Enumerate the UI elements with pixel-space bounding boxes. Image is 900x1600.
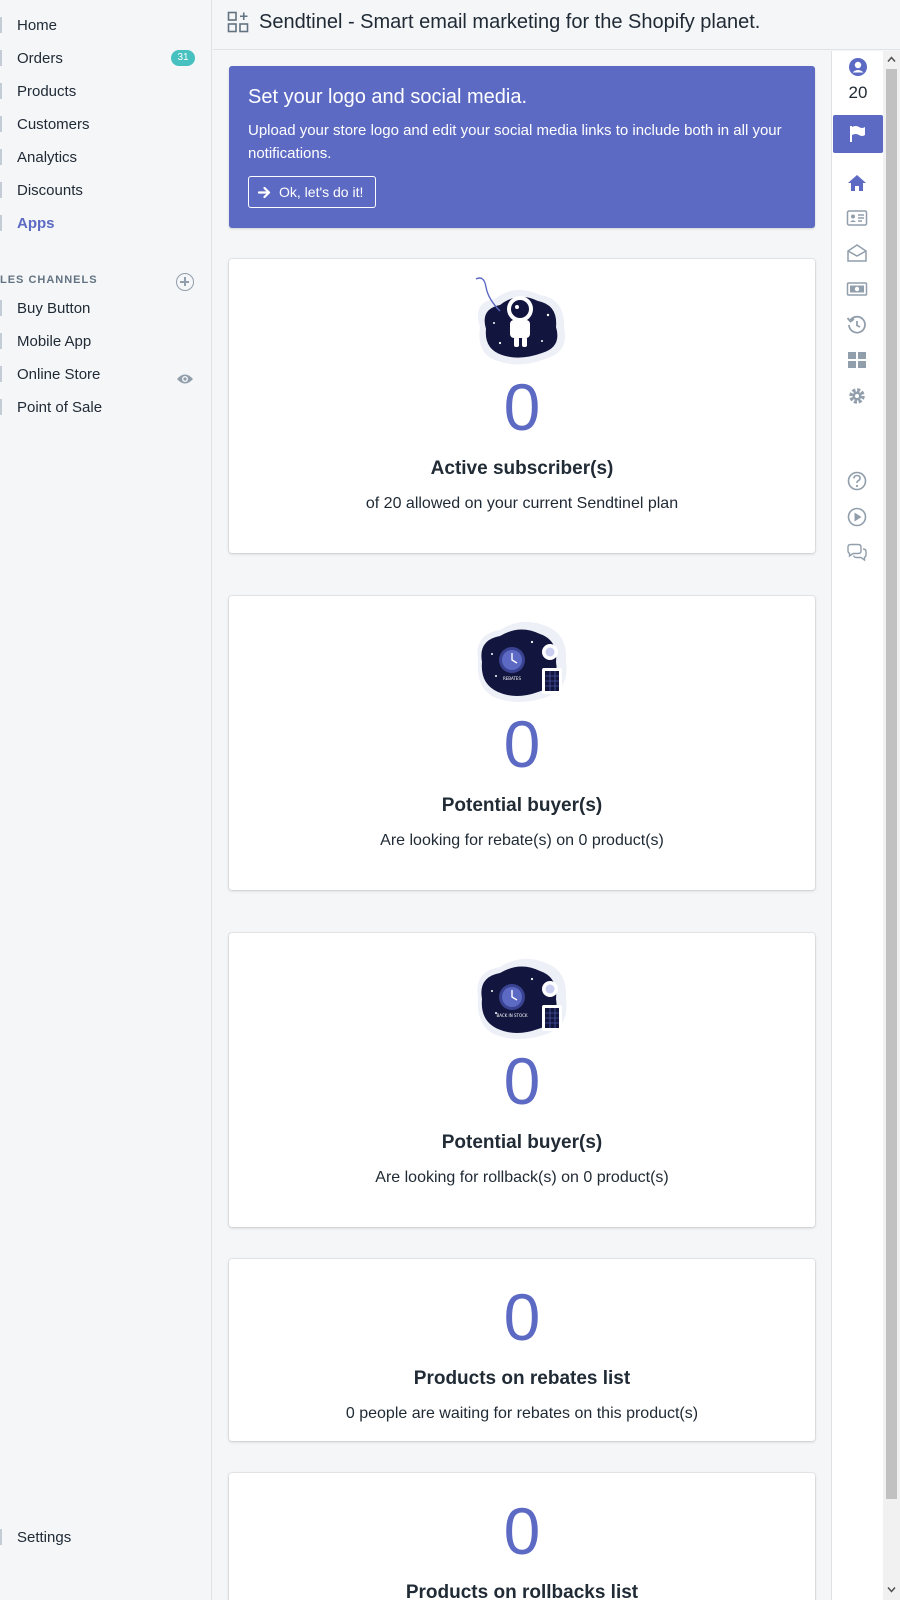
sidebar-item-label: Apps	[17, 214, 55, 232]
money-icon[interactable]	[846, 278, 868, 300]
sidebar-item-orders[interactable]: Orders 31	[0, 43, 212, 73]
sidebar-item-products[interactable]: Products	[0, 76, 212, 106]
button-label: Ok, let's do it!	[279, 184, 364, 200]
subscriber-count: 20	[848, 83, 868, 102]
card-title: Products on rollbacks list	[405, 1582, 639, 1600]
nav-indicator	[0, 399, 2, 415]
add-sales-channel-icon[interactable]	[176, 273, 194, 291]
nav-indicator	[0, 366, 2, 382]
products-on-rebates-card: 0 Products on rebates list 0 people are …	[229, 1259, 815, 1441]
sidebar-item-label: Products	[17, 82, 77, 100]
app-rail: 20	[831, 51, 883, 1600]
eye-icon[interactable]	[176, 373, 194, 385]
card-title: Potential buyer(s)	[441, 795, 603, 816]
apps-icon	[227, 11, 249, 33]
sidebar-item-label: Online Store	[17, 365, 101, 383]
products-on-rollbacks-value: 0	[503, 1494, 541, 1568]
card-title: Active subscriber(s)	[430, 458, 614, 479]
sidebar-item-home[interactable]: Home	[0, 10, 212, 40]
card-title: Potential buyer(s)	[441, 1132, 603, 1153]
active-subscribers-value: 0	[503, 370, 541, 444]
sidebar-item-discounts[interactable]: Discounts	[0, 175, 212, 205]
flag-button[interactable]	[833, 115, 883, 153]
banner-title: Set your logo and social media.	[248, 86, 528, 108]
sidebar-item-label: Buy Button	[17, 299, 91, 317]
products-on-rebates-value: 0	[503, 1280, 541, 1354]
lets-do-it-button[interactable]: Ok, let's do it!	[248, 176, 376, 208]
sidebar-item-buy-button[interactable]: Buy Button	[0, 293, 212, 323]
sidebar-item-customers[interactable]: Customers	[0, 109, 212, 139]
nav-indicator	[0, 50, 2, 66]
nav-indicator	[0, 333, 2, 349]
arrow-right-icon	[258, 186, 271, 199]
sidebar-item-label: Point of Sale	[17, 398, 103, 416]
potential-buyers-rollbacks-value: 0	[503, 1044, 541, 1118]
chat-icon[interactable]	[846, 542, 868, 564]
sidebar-item-settings[interactable]: Settings	[0, 1522, 212, 1552]
card-subtitle: Are looking for rebate(s) on 0 product(s…	[380, 832, 664, 849]
back-in-stock-illustration: BACK IN STOCK	[477, 958, 567, 1039]
sidebar-item-label: Orders	[17, 49, 63, 67]
banner-body: Upload your store logo and edit your soc…	[248, 122, 782, 162]
sidebar-item-point-of-sale[interactable]: Point of Sale	[0, 392, 212, 422]
scroll-up-arrow-icon[interactable]	[887, 55, 896, 64]
nav-indicator	[0, 300, 2, 316]
sales-channels-heading: LES CHANNELS	[0, 274, 98, 286]
scrollbar-thumb[interactable]	[886, 69, 897, 1499]
history-icon[interactable]	[846, 314, 868, 336]
scroll-down-arrow-icon[interactable]	[887, 1585, 896, 1594]
sidebar-item-label: Mobile App	[17, 332, 92, 350]
sidebar-item-label: Discounts	[17, 181, 83, 199]
sidebar-item-apps[interactable]: Apps	[0, 208, 212, 238]
potential-buyers-rebates-value: 0	[503, 707, 541, 781]
sidebar-item-label: Analytics	[17, 148, 78, 166]
help-icon[interactable]	[846, 470, 868, 492]
card-subtitle: Are looking for rollback(s) on 0 product…	[375, 1169, 669, 1186]
contact-card-icon[interactable]	[846, 207, 868, 229]
home-icon[interactable]	[846, 172, 868, 194]
nav-indicator	[0, 149, 2, 165]
shopify-sidebar: Home Orders 31 Products Customers Analyt…	[0, 0, 212, 1600]
active-subscribers-card: 0 Active subscriber(s) of 20 allowed on …	[229, 259, 815, 553]
nav-indicator	[0, 17, 2, 33]
app-header: Sendtinel - Smart email marketing for th…	[213, 0, 900, 50]
gear-icon[interactable]	[846, 385, 868, 407]
sidebar-item-label: Settings	[17, 1528, 72, 1546]
card-title: Products on rebates list	[413, 1368, 631, 1389]
user-circle-icon	[849, 58, 867, 76]
page-title: Sendtinel - Smart email marketing for th…	[259, 11, 761, 33]
illustration-label: BACK IN STOCK	[496, 1013, 527, 1018]
card-subtitle: of 20 allowed on your current Sendtinel …	[365, 495, 679, 512]
flag-icon	[850, 126, 865, 142]
scrollbar[interactable]	[883, 51, 900, 1600]
envelope-open-icon[interactable]	[846, 242, 868, 264]
potential-buyers-rollbacks-card: BACK IN STOCK 0 Potential buyer(s) Are l…	[229, 933, 815, 1227]
potential-buyers-rebates-card: REBATES 0 Potential buyer(s) Are looking…	[229, 596, 815, 890]
products-on-rollbacks-card: 0 Products on rollbacks list	[229, 1473, 815, 1600]
sidebar-item-mobile-app[interactable]: Mobile App	[0, 326, 212, 356]
card-subtitle: 0 people are waiting for rebates on this…	[345, 1405, 699, 1422]
dashboard-grid-icon[interactable]	[846, 349, 868, 371]
setup-banner: Set your logo and social media. Upload y…	[229, 66, 815, 228]
nav-indicator	[0, 182, 2, 198]
sidebar-item-analytics[interactable]: Analytics	[0, 142, 212, 172]
sidebar-item-label: Customers	[17, 115, 90, 133]
nav-indicator	[0, 83, 2, 99]
play-icon[interactable]	[846, 506, 868, 528]
nav-indicator	[0, 116, 2, 132]
nav-indicator	[0, 1529, 2, 1545]
astronaut-illustration	[475, 277, 566, 365]
nav-indicator	[0, 215, 2, 231]
orders-count-badge: 31	[171, 50, 195, 66]
illustration-label: REBATES	[503, 676, 521, 681]
sidebar-item-label: Home	[17, 16, 58, 34]
rebates-illustration: REBATES	[477, 621, 567, 702]
